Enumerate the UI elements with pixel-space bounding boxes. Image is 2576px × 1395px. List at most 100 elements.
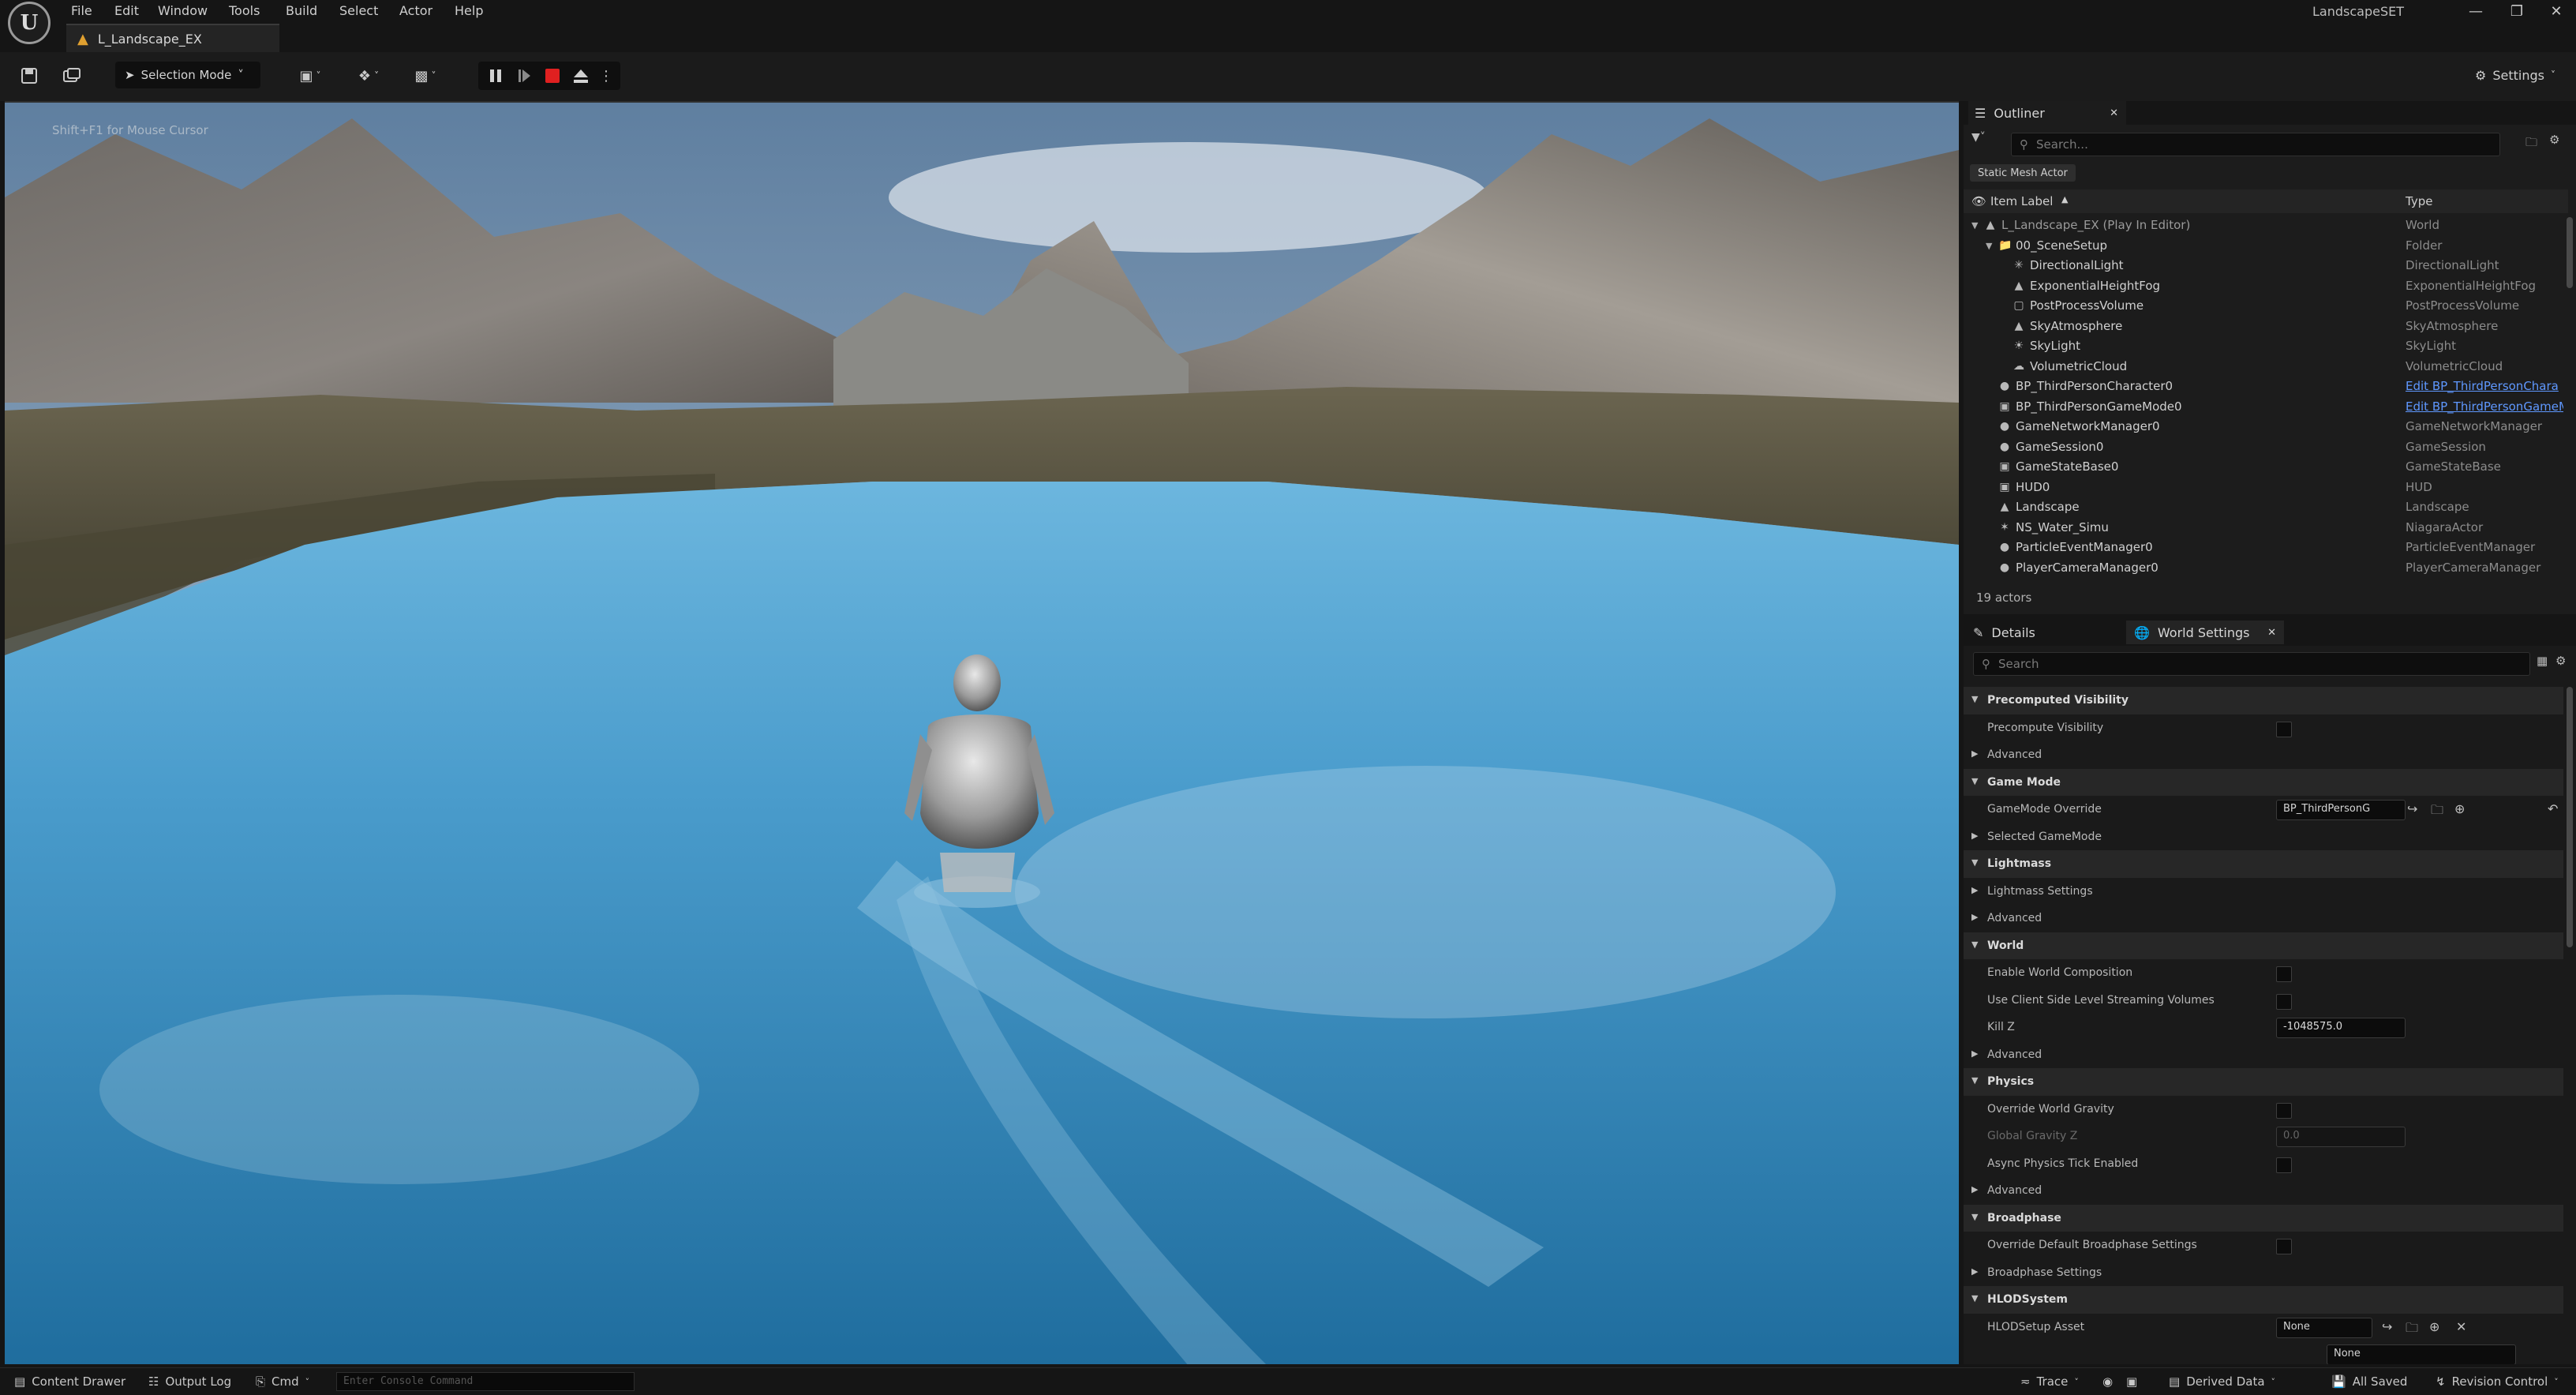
tab-world-settings[interactable]: 🌐 World Settings ✕ [2126,621,2284,644]
outliner-row[interactable]: ▲ ExponentialHeightFog ExponentialHeightFo… [1964,276,2568,297]
outliner-row[interactable]: ▲ SkyAtmosphere SkyAtmosphere [1964,317,2568,337]
maximize-icon[interactable]: ❐ [2497,0,2537,22]
property-checkbox[interactable] [2276,966,2292,982]
eject-icon[interactable] [568,62,593,90]
outliner-row[interactable]: ▼ 📁 00_SceneSetup Folder [1964,236,2568,257]
use-selected-icon[interactable]: ↪ [2407,801,2417,816]
details-property-row[interactable]: ▶ Lightmass Settings [1964,878,2563,906]
details-property-row[interactable]: ▶ Advanced [1964,741,2563,769]
property-asset-dropdown[interactable]: BP_ThirdPersonG [2276,800,2406,820]
expand-arrow-icon[interactable]: ▼ [1986,236,1992,257]
content-browse-icon[interactable] [60,62,84,90]
settings-button[interactable]: ⚙ Settings ˅ [2475,63,2555,87]
collapse-arrow-icon[interactable]: ▼ [1971,857,1978,868]
outliner-scrollbar[interactable] [2567,217,2573,288]
expand-arrow-icon[interactable]: ▶ [1971,885,1978,895]
close-tab-icon[interactable]: ✕ [2267,627,2276,639]
outliner-row[interactable]: ● GameNetworkManager0 GameNetworkManager [1964,417,2568,437]
collapse-arrow-icon[interactable]: ▼ [1971,939,1978,950]
outliner-row[interactable]: ● ParticleEventManager0 ParticleEventManag… [1964,538,2568,558]
use-selected-icon[interactable]: ↪ [2382,1319,2392,1334]
visibility-eye-icon[interactable]: 👁 [1971,194,1986,208]
menu-edit[interactable]: Edit [114,3,139,18]
property-number-field[interactable]: -1048575.0 [2276,1018,2406,1038]
outliner-row[interactable]: ● GameSession0 GameSession [1964,437,2568,458]
resume-icon[interactable] [511,62,537,90]
outliner-row[interactable]: ▣ GameStateBase0 GameStateBase [1964,457,2568,478]
outliner-row[interactable]: ▼ ▲ L_Landscape_EX (Play In Editor) World [1964,216,2568,236]
details-category[interactable]: ▼ Broadphase [1964,1204,2563,1232]
outliner-row[interactable]: ● PlayerCameraManager0 PlayerCameraManager [1964,558,2568,579]
blueprint-button[interactable]: ❖ ˅ [347,62,390,90]
menu-window[interactable]: Window [158,3,208,18]
add-icon[interactable]: ⊕ [2454,801,2465,816]
details-property-row[interactable]: ▶ Broadphase Settings [1964,1259,2563,1287]
details-property-row[interactable]: ▶ Advanced [1964,1177,2563,1205]
outliner-row[interactable]: ▣ HUD0 HUD [1964,478,2568,498]
outliner-row[interactable]: ☁ VolumetricCloud VolumetricCloud [1964,357,2568,377]
property-number-field[interactable]: 0.0 [2276,1127,2406,1147]
outliner-row-type[interactable]: Edit BP_ThirdPersonGameM [2406,397,2563,418]
menu-build[interactable]: Build [286,3,317,18]
collapse-arrow-icon[interactable]: ▼ [1971,1212,1978,1222]
tab-details[interactable]: ✎ Details [1968,621,2126,644]
console-command-input[interactable]: Enter Console Command [336,1372,635,1391]
all-saved-button[interactable]: 💾 All Saved [2331,1374,2407,1389]
property-checkbox[interactable] [2276,1157,2292,1173]
expand-arrow-icon[interactable]: ▶ [1971,831,1978,841]
browse-icon[interactable]: 🗀 [2431,801,2443,823]
save-icon[interactable] [17,62,41,90]
clear-icon[interactable]: ✕ [2456,1319,2466,1334]
add-folder-icon[interactable]: 🗀 [2525,134,2537,154]
details-scrollbar[interactable] [2567,687,2573,947]
outliner-row[interactable]: ● BP_ThirdPersonCharacter0 Edit BP_ThirdPe… [1964,377,2568,397]
filter-chip[interactable]: Static Mesh Actor [1970,164,2076,182]
table-view-icon[interactable]: ▦ [2537,654,2548,668]
details-category[interactable]: ▼ Physics [1964,1068,2563,1096]
expand-arrow-icon[interactable]: ▼ [1971,216,1978,236]
tab-outliner[interactable]: ☰ Outliner ✕ [1968,101,2126,125]
cmd-dropdown[interactable]: ⎘ Cmd ˅ [256,1374,309,1389]
property-checkbox[interactable] [2276,1102,2292,1119]
details-property-row[interactable]: ▶ Advanced [1964,905,2563,932]
outliner-row[interactable]: ✶ NS_Water_Simu NiagaraActor [1964,518,2568,538]
outliner-row[interactable]: ▢ PostProcessVolume PostProcessVolume [1964,296,2568,317]
menu-help[interactable]: Help [455,3,483,18]
outliner-row[interactable]: ✳ DirectionalLight DirectionalLight [1964,256,2568,276]
close-tab-icon[interactable]: ✕ [2110,107,2118,119]
collapse-arrow-icon[interactable]: ▼ [1971,1293,1978,1303]
property-asset-dropdown[interactable]: None [2276,1317,2372,1338]
more-options-icon[interactable]: ⋮ [598,62,614,90]
add-actor-button[interactable]: ▣ ˅ [290,62,330,90]
browse-icon[interactable]: 🗀 [2406,1319,2418,1341]
menu-select[interactable]: Select [339,3,378,18]
details-category[interactable]: ▼ Lightmass [1964,850,2563,878]
record-icon[interactable]: ▣ [2126,1374,2137,1389]
details-property-row[interactable]: ▶ Selected GameMode [1964,823,2563,851]
details-property-row[interactable]: ▶ Advanced [1964,1041,2563,1069]
add-icon[interactable]: ⊕ [2429,1319,2439,1334]
close-window-icon[interactable]: ✕ [2537,0,2576,22]
collapse-arrow-icon[interactable]: ▼ [1971,694,1978,704]
collapse-arrow-icon[interactable]: ▼ [1971,1075,1978,1086]
outliner-row[interactable]: ▲ Landscape Landscape [1964,497,2568,518]
details-category[interactable]: ▼ Precomputed Visibility [1964,687,2563,714]
cinematics-button[interactable]: ▩ ˅ [404,62,447,90]
camera-icon[interactable]: ◉ [2102,1374,2113,1389]
property-asset-dropdown[interactable]: None [2327,1344,2516,1364]
level-viewport[interactable]: Shift+F1 for Mouse Cursor [5,101,1959,1364]
gear-icon[interactable]: ⚙ [2549,133,2559,147]
collapse-arrow-icon[interactable]: ▼ [1971,776,1978,786]
details-search-input[interactable]: ⚲ Search [1973,652,2530,676]
derived-data-button[interactable]: ▤ Derived Data ˅ [2169,1374,2275,1389]
expand-arrow-icon[interactable]: ▶ [1971,748,1978,759]
property-checkbox[interactable] [2276,721,2292,737]
menu-file[interactable]: File [71,3,92,18]
expand-arrow-icon[interactable]: ▶ [1971,1266,1978,1277]
outliner-search-input[interactable]: ⚲ Search... [2011,133,2500,156]
trace-button[interactable]: ≂ Trace ˅ [2020,1374,2079,1389]
unreal-logo-icon[interactable]: U [8,2,51,44]
expand-arrow-icon[interactable]: ▶ [1971,1184,1978,1194]
property-checkbox[interactable] [2276,1239,2292,1254]
level-tab[interactable]: ▲ L_Landscape_EX [66,24,279,52]
